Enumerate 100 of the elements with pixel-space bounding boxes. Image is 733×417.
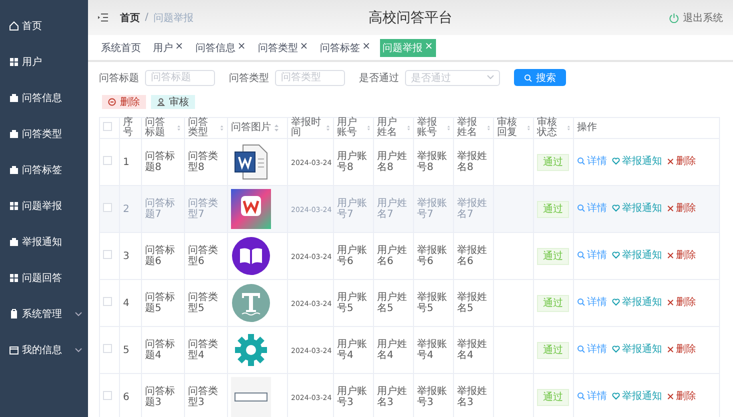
close-icon — [667, 393, 674, 400]
column-header: 问答图片 — [231, 123, 271, 133]
table-cell-text: 用户姓名8 — [377, 151, 408, 173]
checkbox[interactable] — [103, 203, 112, 212]
checkbox[interactable] — [103, 344, 112, 353]
sort-icon[interactable] — [177, 124, 181, 132]
sort-icon[interactable] — [566, 124, 570, 132]
table-cell-text: 问答类型3 — [188, 386, 219, 408]
breadcrumb[interactable]: 首页 — [120, 10, 140, 24]
delete-link[interactable]: 删除 — [667, 156, 696, 168]
table-cell-text: 用户账号6 — [337, 245, 368, 267]
table-cell: 4 — [123, 298, 130, 308]
page-tab[interactable]: 问答类型 × — [254, 38, 312, 56]
sort-icon[interactable] — [366, 124, 370, 132]
delete-link[interactable]: 删除 — [667, 203, 696, 214]
column-header: 审核回复 — [497, 118, 518, 138]
search-icon — [577, 204, 585, 212]
sidebar-item[interactable]: 问答类型 — [0, 116, 88, 152]
table-cell-text: 用户姓名3 — [377, 386, 408, 408]
table-cell-text: 举报账号3 — [417, 386, 448, 408]
book-icon — [231, 236, 271, 276]
close-icon[interactable]: × — [237, 40, 246, 54]
table-cell: 6 — [123, 392, 130, 402]
status-tag: 通过 — [537, 294, 569, 312]
column-header: 审核状态 — [537, 118, 558, 138]
table-cell-text: 举报姓名6 — [457, 245, 488, 267]
grid-icon — [9, 201, 19, 211]
folder-icon — [9, 129, 19, 139]
page-tab[interactable]: 问答信息 × — [192, 38, 249, 56]
table-cell-text: 用户账号5 — [337, 292, 368, 314]
page-tab[interactable]: 用户 × — [150, 38, 186, 56]
table-cell-text: 举报姓名3 — [457, 386, 488, 408]
sort-icon[interactable] — [486, 124, 490, 132]
sort-icon[interactable] — [326, 124, 330, 132]
heart-icon — [612, 157, 620, 166]
sort-icon[interactable] — [446, 124, 450, 132]
app-logo-icon — [231, 189, 271, 229]
sort-icon[interactable] — [406, 124, 410, 132]
table-cell-text: 举报账号5 — [417, 292, 448, 314]
menu-toggle-icon[interactable] — [98, 13, 108, 22]
app-title: 高校问答平台 — [368, 8, 452, 26]
sidebar-item[interactable]: 举报通知 — [0, 224, 88, 260]
table-cell-text: 问答类型7 — [188, 198, 219, 220]
sort-icon[interactable] — [274, 124, 279, 132]
breadcrumb-separator: / — [145, 12, 148, 23]
checkbox[interactable] — [103, 156, 112, 165]
sidebar-item[interactable]: 我的信息 — [0, 332, 88, 368]
delete-button[interactable]: 删除 — [102, 95, 146, 109]
sort-icon[interactable] — [526, 124, 530, 132]
clipboard-icon — [9, 309, 19, 319]
status-tag: 通过 — [537, 154, 569, 170]
close-icon[interactable]: × — [300, 40, 308, 54]
search-icon — [577, 298, 585, 306]
table-cell: 3 — [123, 250, 130, 262]
sidebar-item[interactable]: 问题回答 — [0, 260, 88, 296]
review-button[interactable]: 审核 — [151, 95, 195, 109]
column-header: 举报时间 — [291, 118, 322, 138]
delete-link[interactable]: 删除 — [667, 344, 696, 356]
checkbox[interactable] — [103, 122, 112, 131]
column-header: 操作 — [577, 123, 597, 133]
checkbox[interactable] — [103, 250, 112, 259]
delete-link[interactable]: 删除 — [667, 297, 696, 308]
table-cell: 2 — [123, 204, 130, 214]
window-icon — [9, 345, 19, 355]
power-icon[interactable] — [669, 12, 679, 22]
user-icon — [157, 98, 165, 106]
logout-link[interactable]: 退出系统 — [683, 10, 723, 24]
table-cell-text: 用户姓名6 — [377, 245, 408, 267]
sidebar-item[interactable]: 问题举报 — [0, 188, 88, 224]
table-cell-text: 问答标题8 — [145, 151, 176, 173]
sidebar-item[interactable]: 用户 — [0, 44, 88, 80]
sort-icon[interactable] — [220, 124, 224, 132]
delete-link[interactable]: 删除 — [667, 391, 696, 402]
checkbox[interactable] — [103, 297, 112, 306]
page-tab[interactable]: 系统首页 — [98, 38, 144, 56]
table-cell-text: 问答类型8 — [188, 151, 219, 173]
column-header: 问答标题 — [145, 118, 166, 138]
page-tab[interactable]: 问答标签 × — [317, 38, 374, 56]
delete-link[interactable]: 删除 — [667, 250, 696, 262]
sidebar-item[interactable]: 问答标签 — [0, 152, 88, 188]
input-field[interactable]: 问答标题 — [145, 70, 215, 86]
checkbox[interactable] — [103, 391, 112, 400]
folder-icon — [9, 237, 19, 247]
sidebar-item[interactable]: 系统管理 — [0, 296, 88, 332]
table-cell-text: 用户账号8 — [337, 151, 368, 173]
grid-icon — [9, 57, 19, 67]
close-icon — [667, 346, 674, 354]
table-cell-text: 问答类型5 — [188, 292, 219, 314]
sidebar-item[interactable]: 问答信息 — [0, 80, 88, 116]
gear-icon — [234, 333, 268, 367]
table-cell-text: 用户姓名5 — [377, 292, 408, 314]
heart-icon — [612, 392, 620, 400]
sidebar-item[interactable]: 首页 — [0, 8, 88, 44]
close-icon[interactable]: × — [362, 40, 371, 54]
home-icon — [9, 21, 19, 31]
column-header: 问答类型 — [188, 118, 209, 138]
status-tag: 通过 — [537, 342, 569, 358]
close-icon[interactable]: × — [175, 40, 184, 54]
breadcrumb: 问题举报 — [153, 12, 194, 24]
input-field[interactable]: 问答类型 — [275, 70, 345, 86]
